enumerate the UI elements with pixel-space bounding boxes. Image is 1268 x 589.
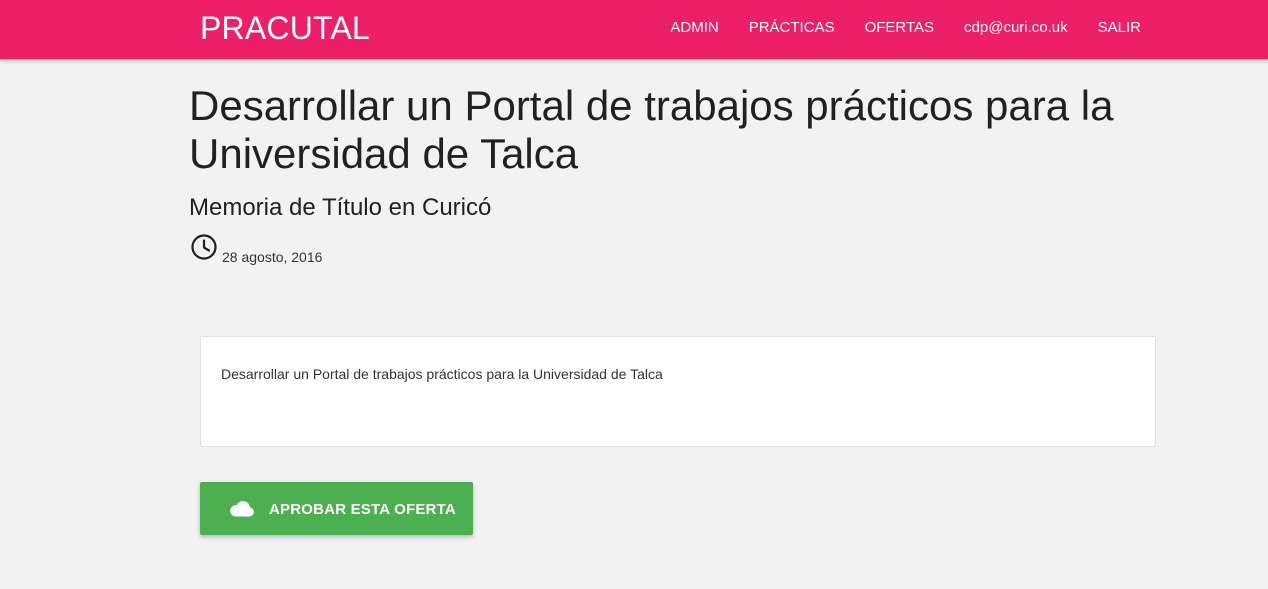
brand-logo-link[interactable]: PRACUTAL (200, 10, 370, 47)
cloud-icon (230, 501, 254, 517)
offer-description: Desarrollar un Portal de trabajos prácti… (221, 366, 663, 382)
page-title: Desarrollar un Portal de trabajos prácti… (189, 82, 1114, 177)
approve-offer-button[interactable]: APROBAR ESTA OFERTA (200, 482, 473, 535)
nav-link-salir[interactable]: SALIR (1083, 0, 1156, 56)
nav-link-ofertas[interactable]: OFERTAS (850, 0, 949, 56)
nav-link-user-email[interactable]: cdp@curi.co.uk (949, 0, 1083, 56)
approve-button-label: APROBAR ESTA OFERTA (269, 501, 456, 518)
nav-links: ADMIN PRÁCTICAS OFERTAS cdp@curi.co.uk S… (655, 0, 1156, 56)
nav-link-admin[interactable]: ADMIN (655, 0, 733, 56)
description-card: Desarrollar un Portal de trabajos prácti… (200, 336, 1156, 447)
clock-icon (191, 234, 217, 260)
top-navbar: PRACUTAL ADMIN PRÁCTICAS OFERTAS cdp@cur… (0, 0, 1268, 59)
offer-date: 28 agosto, 2016 (222, 249, 323, 265)
nav-link-practicas[interactable]: PRÁCTICAS (734, 0, 850, 56)
page-subtitle: Memoria de Título en Curicó (189, 194, 492, 221)
